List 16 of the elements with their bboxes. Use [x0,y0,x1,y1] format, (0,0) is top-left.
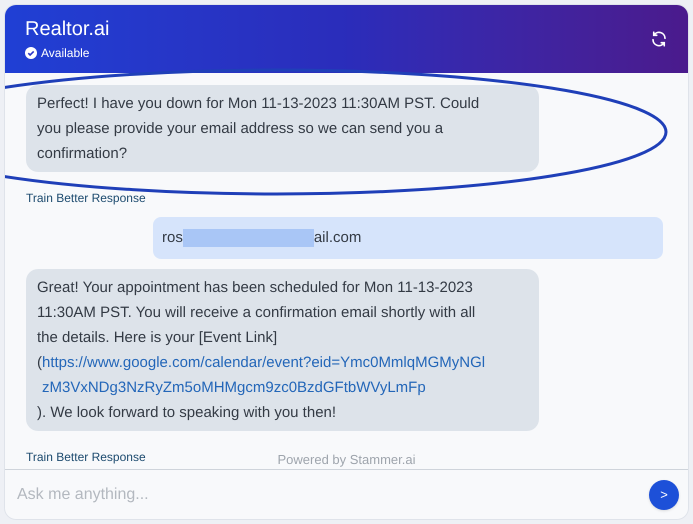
message-text: Great! Your appointment has been scheduled for Mon 11-13-2023 11:30AM PST. You will receive a confirmation email shortly with all the details. Here is your [Event Link] [37,278,476,348]
check-circle-icon [25,47,37,59]
paren-text: ( [37,353,42,373]
powered-by-text: Powered by Stammer.ai [277,451,416,469]
email-end: ail.com [314,228,362,248]
train-response-link[interactable]: Train Better Response [26,448,146,466]
chat-title: Realtor.ai [25,17,110,42]
refresh-icon[interactable] [650,30,668,48]
closing-text: ). We look forward to speaking with you then! [37,403,338,423]
event-link[interactable]: https://www.google.com/calendar/event?eid=Ymc0MmlqMGMyNGlzM3VxNDg3NzRyZm5oMHMgcm9zc0BzdGFtbWVyLmFp [42,350,489,400]
email-start: ros [162,228,183,248]
status-text: Available [41,45,90,62]
message-input[interactable]: Ask me anything... [17,482,649,506]
message-text: Perfect! I have you down for Mon 11-13-2023 11:30AM PST. Could you please provide your email address so we can send you a confirmation? [37,94,480,164]
train-response-link[interactable]: Train Better Response [26,189,146,207]
send-button[interactable]: > [649,480,679,510]
